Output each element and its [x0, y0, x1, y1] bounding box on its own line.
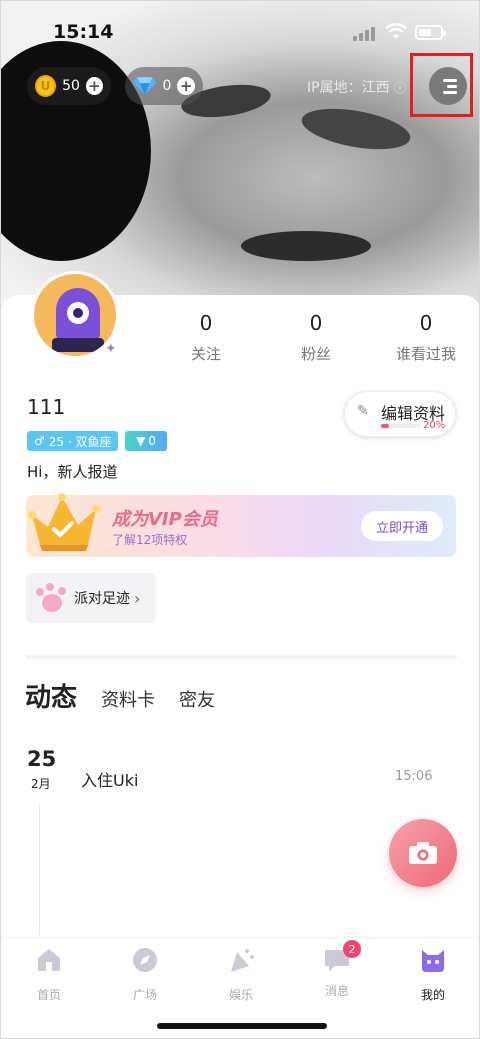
pen-icon: ✎ [357, 403, 369, 419]
gender-age-tag: ♂ 25 · 双鱼座 [27, 431, 119, 451]
male-icon: ♂ [34, 434, 45, 448]
edit-profile-button[interactable]: ✎ 编辑资料 20% [344, 391, 456, 437]
add-coins-icon[interactable]: + [85, 77, 103, 95]
feed-item-time: 15:06 [395, 769, 433, 784]
tabbar-home[interactable]: 首页 [9, 946, 89, 1003]
gems-count: 0 [162, 78, 172, 94]
wand-icon[interactable]: ✦ [105, 341, 117, 357]
add-gems-icon[interactable]: + [177, 77, 195, 95]
feed-date-day: 25 [27, 747, 57, 771]
coins-chip[interactable]: U 50 + [27, 67, 111, 105]
profile-icon [422, 950, 444, 972]
completion-bar [381, 424, 421, 428]
ip-location: IP属地：江西 ⓘ [307, 80, 407, 96]
vip-open-button[interactable]: 立即开通 [361, 511, 443, 541]
camera-button[interactable] [389, 819, 457, 887]
level-tag: ▼ 0 [125, 431, 167, 451]
status-time: 15:14 [53, 21, 114, 43]
tabbar-messages[interactable]: 2 消息 [297, 940, 377, 999]
coins-count: 50 [62, 78, 80, 94]
diamond-icon [133, 77, 157, 95]
party-icon [231, 949, 254, 972]
feed-item-text[interactable]: 入住Uki [81, 767, 138, 791]
username: 111 [27, 395, 66, 419]
paw-icon [34, 582, 70, 614]
vip-banner[interactable]: 成为VIP会员 了解12项特权 立即开通 [26, 493, 456, 557]
wifi-icon [385, 23, 407, 39]
camera-icon [409, 842, 437, 864]
tab-moments[interactable]: 动态 [25, 677, 81, 716]
tab-close-friends[interactable]: 密友 [179, 686, 215, 712]
status-bar: 15:14 [1, 1, 479, 61]
home-icon [38, 949, 60, 971]
tabbar-entertainment[interactable]: 娱乐 [201, 946, 281, 1003]
level-icon: ▼ [136, 434, 146, 448]
signal-icon [353, 27, 377, 41]
home-indicator [157, 1023, 327, 1029]
tab-profile-card[interactable]: 资料卡 [101, 686, 155, 712]
vip-subtitle: 了解12项特权 [112, 533, 188, 547]
stat-fans[interactable]: 0 粉丝 [261, 311, 371, 364]
vip-title: 成为VIP会员 [112, 509, 218, 530]
crown-icon [28, 493, 100, 551]
message-badge: 2 [343, 940, 361, 958]
completion-percent: 20% [423, 420, 446, 431]
compass-icon [133, 948, 157, 972]
stats-row: 0 关注 0 粉丝 0 谁看过我 [151, 311, 479, 364]
timeline-line [39, 805, 40, 935]
chevron-right-icon: › [134, 588, 141, 608]
tabbar-me[interactable]: 我的 [393, 946, 473, 1003]
stat-visitors[interactable]: 0 谁看过我 [371, 311, 479, 364]
screen: 15:14 U 50 + 0 + IP属地：江西 ⓘ ✦ 0 关注 0 粉丝 0… [0, 0, 480, 1039]
stat-following[interactable]: 0 关注 [151, 311, 261, 364]
battery-icon [415, 25, 446, 40]
bio-text: Hi，新人报道 [27, 463, 118, 481]
feed-date-month: 2月 [31, 777, 51, 791]
gems-chip[interactable]: 0 + [125, 67, 203, 105]
coin-icon: U [35, 75, 57, 97]
section-divider [25, 655, 457, 659]
tabbar-square[interactable]: 广场 [105, 946, 185, 1003]
content-tabs: 动态 资料卡 密友 [25, 677, 239, 716]
party-footprint[interactable]: 派对足迹 › [26, 573, 156, 623]
highlight-box [410, 53, 473, 117]
